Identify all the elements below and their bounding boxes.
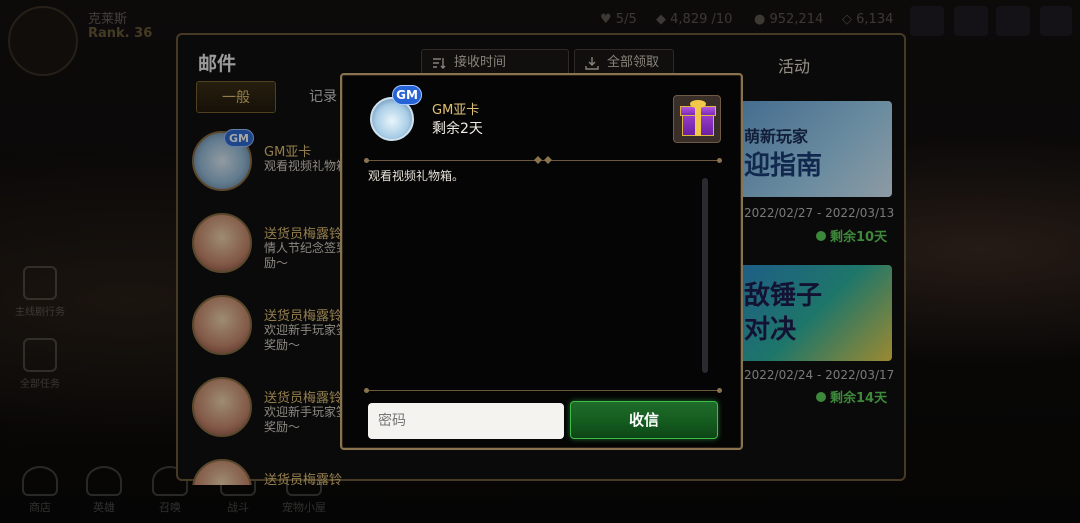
mail-detail-dialog: GM GM亚卡 剩余2天 观看视频礼物箱。 收信	[340, 73, 743, 450]
mail-body: 观看视频礼物箱。	[368, 169, 465, 183]
ornament-icon	[534, 156, 552, 164]
gm-badge: GM	[392, 85, 422, 105]
divider	[364, 388, 722, 393]
gift-box-icon[interactable]	[673, 95, 721, 143]
receive-button[interactable]: 收信	[570, 401, 718, 439]
scrollbar[interactable]	[702, 178, 708, 373]
mail-sender: GM亚卡	[432, 103, 480, 118]
divider	[364, 156, 722, 164]
mail-remaining-time: 剩余2天	[432, 121, 483, 137]
password-field[interactable]	[368, 403, 564, 439]
